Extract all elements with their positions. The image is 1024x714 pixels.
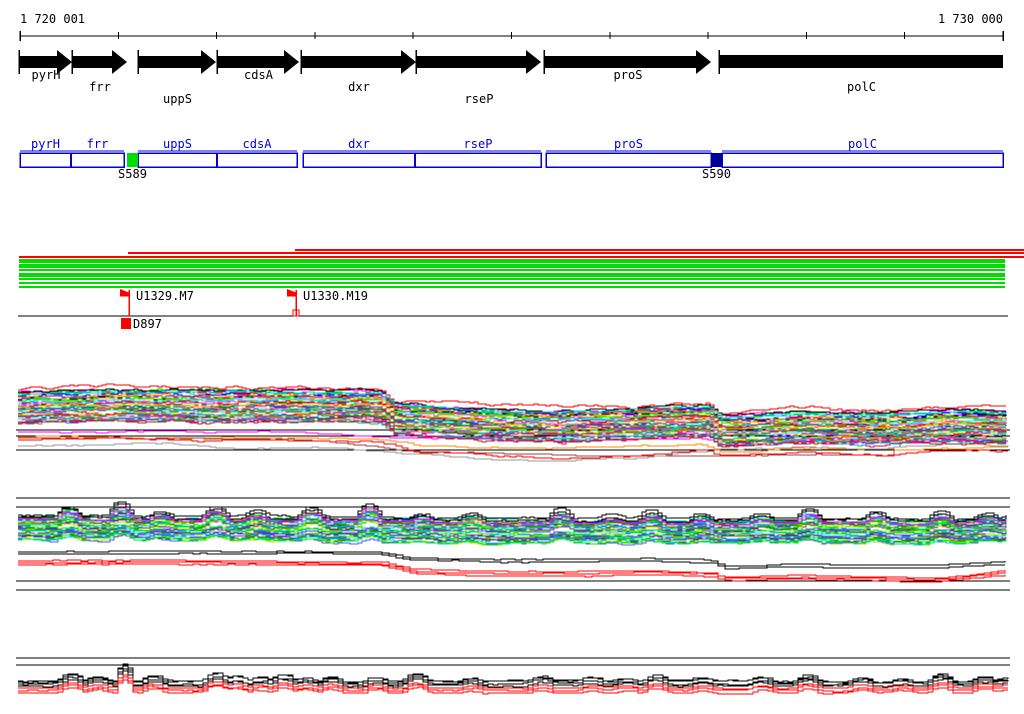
site-marker-label-S590: S590 [702,167,731,181]
gene-label-dxr: dxr [348,80,370,94]
deletion-label-d897: D897 [133,317,162,331]
labels-layer: 1 720 001 1 730 000 pyrH frr uppS cdsA dxr rs… [0,0,1024,714]
gene-label-pyrH: pyrH [31,68,61,82]
flag-label-u1330-m19: U1330.M19 [303,289,369,303]
gene-label-uppS: uppS [163,92,192,106]
map-box-label-dxr: dxr [348,137,370,151]
flag-label-u1329-m7: U1329.M7 [136,289,194,303]
gene-label-polC: polC [847,80,876,94]
map-box-label-frr: frr [86,137,109,151]
gene-label-rseP: rseP [464,92,494,106]
map-box-label-uppS: uppS [163,137,192,151]
site-marker-label-S589: S589 [118,167,147,181]
map-box-label-pyrH: pyrH [31,137,60,151]
map-box-label-rseP: rseP [463,137,493,151]
gene-label-proS: proS [613,68,643,82]
map-box-label-proS: proS [614,137,643,151]
map-box-label-cdsA: cdsA [242,137,272,151]
region-start-coordinate: 1 720 001 [20,12,86,26]
region-end-coordinate: 1 730 000 [937,12,1003,26]
gene-label-cdsA: cdsA [244,68,273,82]
map-box-label-polC: polC [848,137,877,151]
gene-label-frr: frr [89,80,111,94]
genome-browser-view: 1 720 001 1 730 000 pyrH frr uppS cdsA dxr rs… [0,0,1024,714]
